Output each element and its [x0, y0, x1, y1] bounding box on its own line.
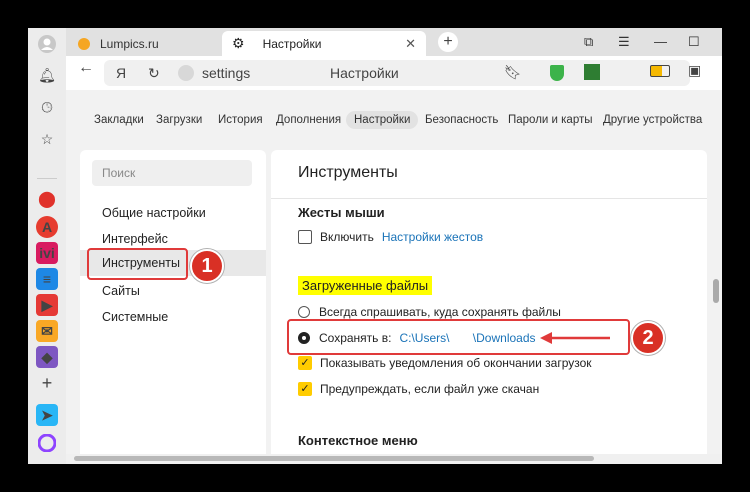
settings-nav: Закладки Загрузки История Дополнения Нас… [66, 90, 722, 146]
browser-window: 🔔︎ 🕒︎ ☆ ⬤ A ivi ≡ ▶ ✉ ◆ + ➤ Lumpics.ru ⚙… [28, 28, 722, 464]
ask-location-row: Всегда спрашивать, куда сохранять файлы [298, 305, 561, 319]
context-menu-heading: Контекстное меню [298, 433, 418, 448]
profile-avatar-icon[interactable] [36, 33, 58, 55]
lumpics-favicon-icon [78, 37, 90, 50]
enable-gestures-checkbox[interactable] [298, 230, 312, 244]
close-tab-icon[interactable]: ✕ [405, 36, 416, 52]
section-title: Инструменты [298, 164, 398, 181]
star-icon[interactable]: ☆ [36, 128, 58, 150]
maps-pin-icon[interactable]: ⬤ [36, 188, 58, 210]
address-bar[interactable]: Я ↻ settings Настройки 🔖︎ [104, 60, 690, 86]
warn-checkbox[interactable]: ✓ [298, 382, 312, 396]
ask-location-radio[interactable] [298, 306, 310, 318]
app-icon-video[interactable]: ▶ [36, 294, 58, 316]
vertical-scrollbar[interactable] [710, 90, 722, 454]
sidebar-item-general[interactable]: Общие настройки [102, 206, 206, 220]
tab-settings[interactable]: ⚙ Настройки ✕ [222, 31, 426, 56]
sidebar-item-sites[interactable]: Сайты [102, 284, 140, 298]
sidebar-item-system[interactable]: Системные [102, 310, 168, 324]
tab-collections-icon[interactable]: ⧉ [584, 34, 593, 50]
side-panel: 🔔︎ 🕒︎ ☆ ⬤ A ivi ≡ ▶ ✉ ◆ + ➤ [28, 28, 66, 464]
reload-icon[interactable]: ↻ [148, 65, 160, 82]
nav-extensions[interactable]: Дополнения [268, 111, 349, 129]
sidebar-toggle-icon[interactable]: ▣ [688, 62, 701, 79]
step-badge-2: 2 [631, 321, 665, 355]
url-text[interactable]: settings [202, 65, 250, 81]
divider [271, 198, 707, 199]
settings-sidebar: Поиск Общие настройки Интерфейс Инструме… [80, 150, 266, 454]
bookmark-icon[interactable]: 🔖︎ [504, 64, 522, 81]
app-icon-mail[interactable]: ✉ [36, 320, 58, 342]
warn-label[interactable]: Предупреждать, если файл уже скачан [320, 382, 539, 396]
search-input[interactable]: Поиск [92, 160, 252, 186]
protect-shield-icon[interactable] [550, 65, 564, 81]
toolbar: ← Я ↻ settings Настройки 🔖︎ ▣ ⤓ [66, 56, 722, 90]
nav-bookmarks[interactable]: Закладки [86, 111, 152, 129]
app-icon-messenger[interactable]: ◆ [36, 346, 58, 368]
notify-row: ✓ Показывать уведомления об окончании за… [298, 356, 592, 370]
downloads-heading-label: Загруженные файлы [298, 276, 433, 295]
site-info-icon[interactable] [178, 65, 194, 81]
downloads-heading: Загруженные файлы [298, 276, 433, 295]
highlight-box-tools [87, 248, 188, 280]
app-icon-telegram[interactable]: ➤ [36, 404, 58, 426]
warn-row: ✓ Предупреждать, если файл уже скачан [298, 382, 539, 396]
sidebar-item-interface[interactable]: Интерфейс [102, 232, 168, 246]
horizontal-scrollbar[interactable] [66, 454, 722, 464]
nav-history[interactable]: История [210, 111, 271, 129]
gear-icon: ⚙ [232, 35, 245, 51]
mouse-gestures-row: Включить Настройки жестов [298, 230, 483, 244]
enable-gestures-label[interactable]: Включить [320, 230, 374, 244]
add-app-icon[interactable]: + [36, 372, 58, 394]
gestures-settings-link[interactable]: Настройки жестов [382, 230, 483, 244]
app-icon-docs[interactable]: ≡ [36, 268, 58, 290]
step-badge-1: 1 [190, 249, 224, 283]
nav-downloads[interactable]: Загрузки [148, 111, 210, 129]
app-icon-a[interactable]: A [36, 216, 58, 238]
bell-icon[interactable]: 🔔︎ [36, 64, 58, 86]
tab-lumpics[interactable]: Lumpics.ru [68, 31, 218, 56]
back-arrow-icon[interactable]: ← [78, 59, 94, 77]
mouse-gestures-heading: Жесты мыши [298, 205, 385, 220]
maximize-icon[interactable]: ☐ [688, 34, 700, 50]
minimize-icon[interactable]: — [654, 34, 667, 49]
settings-content: Инструменты Жесты мыши Включить Настройк… [271, 150, 707, 454]
yandex-logo[interactable]: Я [116, 65, 126, 81]
new-tab-button[interactable]: + [438, 32, 458, 52]
app-icon-ivi[interactable]: ivi [36, 242, 58, 264]
notify-label[interactable]: Показывать уведомления об окончании загр… [320, 356, 592, 370]
ask-location-label[interactable]: Всегда спрашивать, куда сохранять файлы [319, 305, 561, 319]
tab-label: Lumpics.ru [100, 36, 159, 51]
nav-security[interactable]: Безопасность [417, 111, 506, 129]
history-clock-icon[interactable]: 🕒︎ [36, 96, 58, 118]
tab-bar: Lumpics.ru ⚙ Настройки ✕ + ⧉ ☰ — ☐ ✕ [66, 28, 722, 56]
arrow-annotation-icon [540, 332, 610, 344]
extension-icon[interactable] [584, 64, 600, 80]
menu-icon[interactable]: ☰ [618, 34, 630, 50]
tab-label: Настройки [262, 36, 322, 51]
nav-other-devices[interactable]: Другие устройства [595, 111, 710, 129]
nav-passwords[interactable]: Пароли и карты [500, 111, 601, 129]
alice-icon[interactable] [36, 432, 58, 454]
nav-settings[interactable]: Настройки [346, 111, 419, 129]
battery-icon[interactable] [650, 65, 670, 77]
notify-checkbox[interactable]: ✓ [298, 356, 312, 370]
page-title: Настройки [330, 65, 399, 81]
